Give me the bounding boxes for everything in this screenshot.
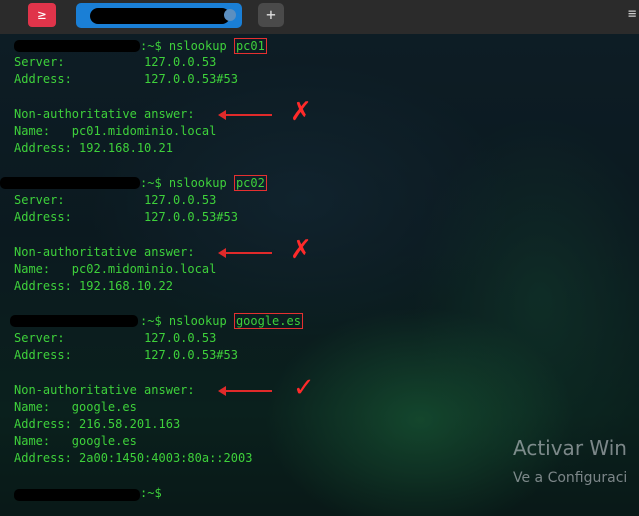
record-line: Name: pc02.midominio.local [14,262,217,276]
address-line: Address: 127.0.0.53#53 [14,210,238,224]
activation-watermark-subtitle: Ve a Configuraci [513,470,628,486]
command-line: :~$ nslookup pc01 [140,38,267,54]
address-line: Address: 127.0.0.53#53 [14,348,238,362]
cross-mark-icon: ✗ [290,235,312,265]
highlighted-target: pc01 [233,38,267,54]
redacted-prompt [10,315,138,327]
annotation-arrow [218,248,272,258]
final-prompt[interactable]: :~$ [140,485,162,502]
command-line: :~$ nslookup google.es [140,313,303,329]
answer-header: Non-authoritative answer: [14,107,195,121]
redacted-prompt [14,489,140,501]
check-mark-icon: ✓ [293,373,315,403]
record-line: Address: 192.168.10.22 [14,279,173,293]
highlighted-target: pc02 [233,175,267,191]
server-line: Server: 127.0.0.53 [14,193,217,207]
redacted-tab-title [90,8,230,24]
terminal-titlebar: ≥ + ≡ [0,0,639,34]
new-tab-button[interactable]: + [258,3,284,27]
answer-header: Non-authoritative answer: [14,245,195,259]
redacted-prompt [0,177,140,189]
hamburger-menu-icon[interactable]: ≡ [628,6,636,22]
record-line: Name: pc01.midominio.local [14,124,217,138]
address-line: Address: 127.0.0.53#53 [14,72,238,86]
record-line: Address: 2a00:1450:4003:80a::2003 [14,451,253,465]
record-line: Name: google.es [14,434,137,448]
annotation-arrow [218,110,272,120]
annotation-arrow [218,386,272,396]
close-tab-icon[interactable] [224,9,236,21]
redacted-prompt [14,40,140,52]
server-line: Server: 127.0.0.53 [14,331,217,345]
terminal-app-icon[interactable]: ≥ [28,3,56,27]
record-line: Address: 216.58.201.163 [14,417,181,431]
highlighted-target: google.es [233,313,303,329]
command-line: :~$ nslookup pc02 [140,175,267,191]
answer-header: Non-authoritative answer: [14,383,195,397]
tab-active[interactable] [76,3,242,28]
record-line: Name: google.es [14,400,137,414]
cross-mark-icon: ✗ [290,97,312,127]
record-line: Address: 192.168.10.21 [14,141,173,155]
activation-watermark-title: Activar Win [513,436,627,460]
server-line: Server: 127.0.0.53 [14,55,217,69]
